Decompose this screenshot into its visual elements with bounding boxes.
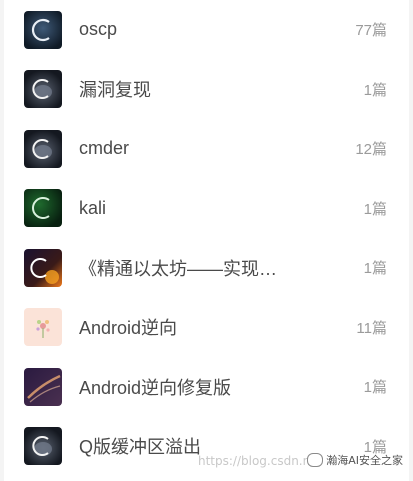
column-item[interactable]: oscp 77篇 [4, 0, 409, 60]
column-title: Android逆向 [79, 318, 178, 339]
article-count: 1篇 [363, 81, 387, 99]
planet-c-logo-icon [24, 129, 62, 168]
column-item[interactable]: Android逆向 11篇 [4, 298, 409, 358]
brand-label: 瀚海AI安全之家 [326, 454, 403, 467]
url-watermark: https://blog.csdn.n [198, 454, 311, 468]
article-count: 11篇 [356, 319, 387, 337]
flower-thumbnail-icon [24, 308, 62, 347]
column-title: 《精通以太坊——实现… [79, 258, 277, 279]
fire-c-logo-icon [24, 248, 62, 287]
column-item[interactable]: kali 1篇 [4, 179, 409, 239]
column-title: cmder [79, 138, 130, 159]
planet-c-logo-icon [24, 427, 62, 466]
article-count: 77篇 [355, 22, 387, 40]
purple-streak-thumbnail-icon [24, 367, 62, 406]
column-title: Android逆向修复版 [79, 377, 232, 398]
column-title: oscp [79, 19, 118, 40]
article-count: 1篇 [363, 379, 387, 397]
brand-watermark: 瀚海AI安全之家 [307, 452, 403, 468]
green-c-logo-icon [24, 189, 62, 228]
planet-c-logo-icon [24, 70, 62, 109]
column-title: kali [79, 197, 107, 218]
column-list: oscp 77篇 漏洞复现 1篇 cmder 12篇 kali 1篇 《精通以太坊——实现… 1篇… [4, 0, 409, 476]
wechat-icon [307, 453, 324, 467]
column-item[interactable]: cmder 12篇 [4, 119, 409, 179]
column-item[interactable]: 《精通以太坊——实现… 1篇 [4, 238, 409, 298]
dark-c-logo-icon [24, 10, 62, 49]
article-count: 12篇 [355, 141, 387, 159]
column-title: 漏洞复现 [79, 80, 151, 101]
article-count: 1篇 [363, 260, 387, 278]
article-count: 1篇 [363, 200, 387, 218]
column-item[interactable]: 漏洞复现 1篇 [4, 60, 409, 120]
column-list-panel: oscp 77篇 漏洞复现 1篇 cmder 12篇 kali 1篇 《精通以太坊——实现… 1篇… [4, 0, 409, 481]
column-item[interactable]: Android逆向修复版 1篇 [4, 357, 409, 417]
